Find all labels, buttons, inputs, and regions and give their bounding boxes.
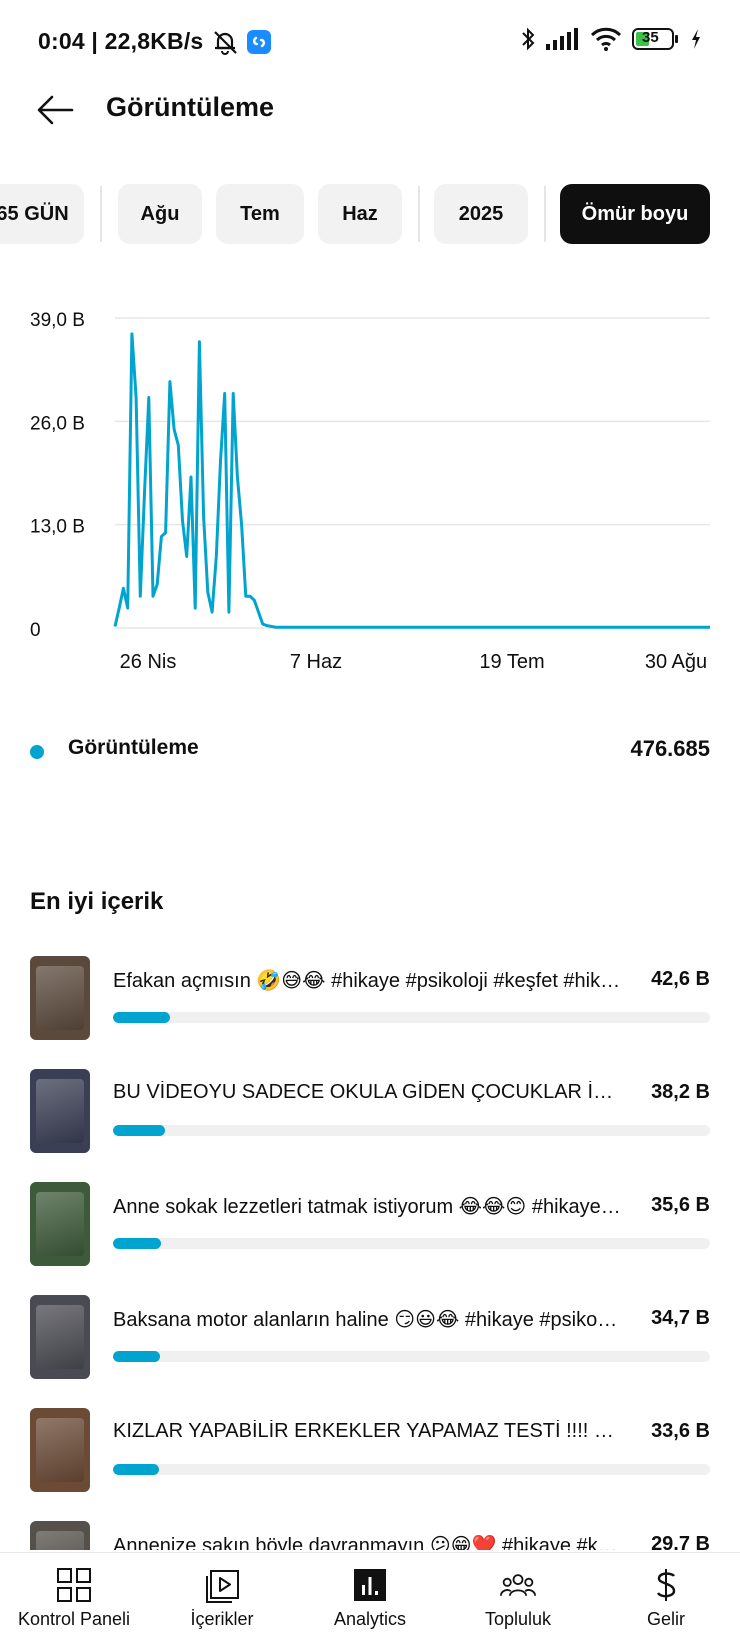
views-chart: 39,0 B 26,0 B 13,0 B 0 26 Nis 7 Haz 19 Tem 30 A… <box>0 290 740 680</box>
views-bar-track <box>113 1012 710 1023</box>
content-row[interactable]: Efakan açmısın 🤣😅😂 #hikaye #psikoloji #k… <box>0 950 740 1046</box>
content-row[interactable]: BU VİDEOYU SADECE OKULA GİDEN ÇOCUKLAR İ… <box>0 1063 740 1159</box>
y-tick-label: 39,0 B <box>30 310 85 331</box>
video-thumbnail <box>30 1408 90 1492</box>
video-views: 34,7 B <box>651 1307 710 1329</box>
community-icon <box>500 1567 536 1603</box>
x-tick-label: 26 Nis <box>120 651 177 673</box>
views-bar-fill <box>113 1125 165 1136</box>
nav-label: Gelir <box>646 1609 685 1629</box>
views-bar-fill <box>113 1464 159 1475</box>
content-icon <box>204 1567 240 1603</box>
views-bar-track <box>113 1464 710 1475</box>
video-views: 33,6 B <box>651 1420 710 1442</box>
bluetooth-icon <box>520 26 536 52</box>
nav-label: Kontrol Paneli <box>17 1609 131 1629</box>
video-thumbnail <box>30 1521 90 1550</box>
views-bar-track <box>113 1238 710 1249</box>
back-button[interactable] <box>34 88 78 132</box>
video-views: 35,6 B <box>651 1194 710 1216</box>
nav-dashboard[interactable]: Kontrol Paneli <box>0 1553 148 1644</box>
chip-lifetime[interactable]: Ömür boyu <box>560 184 710 244</box>
chip-365-days[interactable]: 365 GÜN <box>0 184 84 244</box>
video-views: 38,2 B <box>651 1081 710 1103</box>
app-header: Görüntüleme <box>0 82 740 162</box>
status-bar: 0:04 | 22,8KB/s 35 <box>0 0 740 82</box>
chip-aug[interactable]: Ağu <box>118 184 202 244</box>
nav-analytics[interactable]: Analytics <box>296 1553 444 1644</box>
video-views: 29,7 B <box>651 1533 710 1550</box>
analytics-icon <box>352 1567 388 1603</box>
legend-dot <box>30 745 44 759</box>
nav-community[interactable]: Topluluk <box>444 1553 592 1644</box>
metric-label: Görüntüleme <box>68 736 199 759</box>
status-left: 0:04 | 22,8KB/s <box>38 28 272 55</box>
top-content-title: En iyi içerik <box>30 888 164 915</box>
nav-label: İçerikler <box>190 1609 254 1629</box>
content-row[interactable]: Annenize sakın böyle davranmayın 😕😁❤️ #h… <box>0 1515 740 1550</box>
content-row[interactable]: Baksana motor alanların haline 😏😃😂 #hika… <box>0 1289 740 1385</box>
y-tick-label: 0 <box>30 620 41 641</box>
views-bar-fill <box>113 1238 162 1249</box>
arrow-left-icon <box>37 95 74 125</box>
top-content-list: Efakan açmısın 🤣😅😂 #hikaye #psikoloji #k… <box>0 950 740 1550</box>
video-thumbnail <box>30 1182 90 1266</box>
shazam-icon <box>247 29 272 54</box>
views-line-chart: 39,0 B 26,0 B 13,0 B 0 26 Nis 7 Haz 19 Tem 30 A… <box>30 310 710 673</box>
y-tick-label: 13,0 B <box>30 517 85 538</box>
chip-divider <box>418 186 420 242</box>
video-thumbnail <box>30 956 90 1040</box>
bell-muted-icon <box>211 29 239 55</box>
views-bar-fill <box>113 1012 171 1023</box>
wifi-icon <box>590 27 622 51</box>
dashboard-icon <box>56 1567 92 1603</box>
video-thumbnail <box>30 1295 90 1379</box>
x-tick-label: 30 Ağu <box>645 651 707 673</box>
x-tick-label: 7 Haz <box>290 651 342 673</box>
video-title: Baksana motor alanların haline 😏😃😂 #hika… <box>113 1309 621 1331</box>
video-title: BU VİDEOYU SADECE OKULA GİDEN ÇOCUKLAR İ… <box>113 1081 621 1103</box>
video-views: 42,6 B <box>651 968 710 990</box>
signal-icon <box>546 28 580 50</box>
views-series-line <box>113 332 710 629</box>
video-title: Anne sokak lezzetleri tatmak istiyorum 😂… <box>113 1196 621 1218</box>
video-title: KIZLAR YAPABİLİR ERKEKLER YAPAMAZ TESTİ … <box>113 1420 621 1442</box>
nav-label: Analytics <box>333 1609 407 1629</box>
video-thumbnail <box>30 1069 90 1153</box>
battery-level: 35 <box>642 29 659 46</box>
chip-divider <box>544 186 546 242</box>
bottom-navigation: Kontrol Paneli İçerikler Analytics Toplu… <box>0 1552 740 1644</box>
period-chips: 365 GÜN Ağu Tem Haz 2025 Ömür boyu <box>0 184 740 246</box>
page-title: Görüntüleme <box>106 92 275 122</box>
y-tick-label: 26,0 B <box>30 413 85 434</box>
views-bar-track <box>113 1351 710 1362</box>
nav-label: Topluluk <box>484 1609 552 1629</box>
metric-summary: Görüntüleme 476.685 <box>30 734 710 766</box>
battery-icon: 35 <box>632 27 680 51</box>
views-bar-track <box>113 1125 710 1136</box>
x-tick-label: 19 Tem <box>479 651 544 673</box>
video-title: Annenize sakın böyle davranmayın 😕😁❤️ #h… <box>113 1535 621 1550</box>
chip-jun[interactable]: Haz <box>318 184 402 244</box>
status-time-speed: 0:04 | 22,8KB/s <box>38 28 204 54</box>
chip-divider <box>100 186 102 242</box>
views-bar-fill <box>113 1351 161 1362</box>
chip-2025[interactable]: 2025 <box>434 184 528 244</box>
content-row[interactable]: KIZLAR YAPABİLİR ERKEKLER YAPAMAZ TESTİ … <box>0 1402 740 1498</box>
nav-earn[interactable]: Gelir <box>592 1553 740 1644</box>
nav-content[interactable]: İçerikler <box>148 1553 296 1644</box>
chip-jul[interactable]: Tem <box>216 184 304 244</box>
video-title: Efakan açmısın 🤣😅😂 #hikaye #psikoloji #k… <box>113 970 621 992</box>
charging-icon <box>690 28 702 50</box>
earn-icon <box>648 1567 684 1603</box>
metric-total: 476.685 <box>630 736 710 761</box>
status-right: 35 <box>520 26 702 52</box>
content-row[interactable]: Anne sokak lezzetleri tatmak istiyorum 😂… <box>0 1176 740 1272</box>
